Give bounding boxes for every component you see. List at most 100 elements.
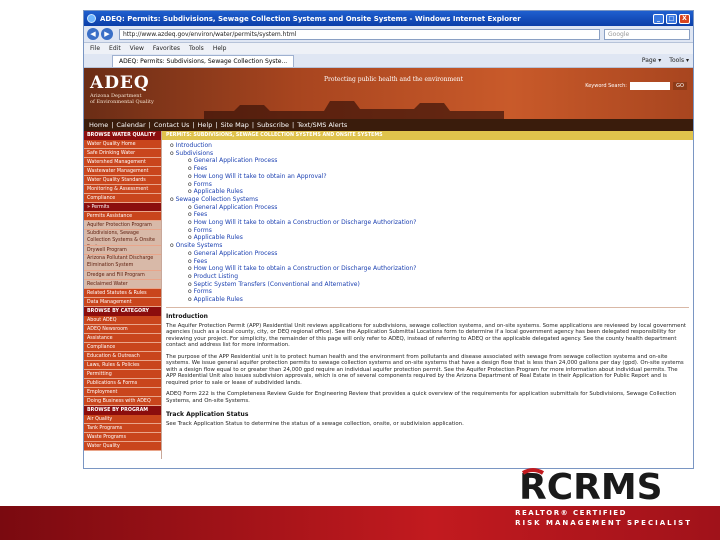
topnav-contact-us[interactable]: Contact Us <box>154 121 190 129</box>
maximize-button[interactable]: □ <box>666 13 677 24</box>
site-tagline: Protecting public health and the environ… <box>324 76 464 83</box>
toc-item[interactable]: Applicable Rules <box>170 296 693 304</box>
window-title: ADEQ: Permits: Subdivisions, Sewage Coll… <box>100 14 521 23</box>
track-paragraph: See Track Application Status to determin… <box>166 421 464 428</box>
minimize-button[interactable]: _ <box>653 13 664 24</box>
sidebar-item[interactable]: Waste Programs <box>84 433 161 442</box>
menu-bar: File Edit View Favorites Tools Help <box>84 43 693 54</box>
table-of-contents: IntroductionSubdivisionsGeneral Applicat… <box>162 140 693 304</box>
sidebar-item[interactable]: Water Quality Home <box>84 140 161 149</box>
sidebar-item[interactable]: Assistance <box>84 334 161 343</box>
search-input[interactable]: Google <box>604 28 690 40</box>
sidebar-item[interactable]: Aquifer Protection Program <box>84 221 161 230</box>
toc-item[interactable]: Fees <box>170 165 693 173</box>
toc-item[interactable]: Fees <box>170 258 693 266</box>
topnav-calendar[interactable]: Calendar <box>116 121 145 129</box>
main-content: PERMITS: SUBDIVISIONS, SEWAGE COLLECTION… <box>162 131 693 459</box>
menu-tools[interactable]: Tools <box>189 45 204 52</box>
sidebar-item[interactable]: Water Quality Standards <box>84 176 161 185</box>
sidebar-item[interactable]: Laws, Rules & Policies <box>84 361 161 370</box>
nav-separator: | <box>192 121 195 129</box>
toc-item[interactable]: Introduction <box>170 142 693 150</box>
toc-item[interactable]: How Long Will it take to obtain a Constr… <box>170 265 693 273</box>
toc-item[interactable]: Sewage Collection Systems <box>170 196 693 204</box>
intro-paragraph-3: ADEQ Form 222 is the Completeness Review… <box>166 391 677 404</box>
sidebar-item[interactable]: Safe Drinking Water <box>84 149 161 158</box>
back-icon[interactable]: ◀ <box>87 28 99 40</box>
page-menu-button[interactable]: Page ▾ <box>642 57 661 64</box>
sidebar-item[interactable]: Education & Outreach <box>84 352 161 361</box>
sidebar-item[interactable]: Subdivisions, Sewage Collection Systems … <box>84 230 161 246</box>
toc-item[interactable]: Fees <box>170 211 693 219</box>
sidebar-item[interactable]: Related Statutes & Rules <box>84 289 161 298</box>
sidebar-item[interactable]: Arizona Pollutant Discharge Elimination … <box>84 255 161 271</box>
sidebar-item[interactable]: Watershed Management <box>84 158 161 167</box>
menu-edit[interactable]: Edit <box>109 45 121 52</box>
page-heading: PERMITS: SUBDIVISIONS, SEWAGE COLLECTION… <box>162 131 693 140</box>
intro-section: Introduction The Aquifer Protection Perm… <box>166 311 689 428</box>
sidebar-item[interactable]: Tank Programs <box>84 424 161 433</box>
sidebar-item[interactable]: Water Quality <box>84 442 161 451</box>
topnav-text-sms-alerts[interactable]: Text/SMS Alerts <box>297 121 347 129</box>
keyword-search-label: Keyword Search: <box>585 83 627 89</box>
tools-menu-button[interactable]: Tools ▾ <box>669 57 689 64</box>
toc-item[interactable]: Applicable Rules <box>170 188 693 196</box>
menu-help[interactable]: Help <box>213 45 227 52</box>
toc-item[interactable]: Subdivisions <box>170 150 693 158</box>
search-go-button[interactable]: GO <box>673 82 687 90</box>
toc-item[interactable]: Septic System Transfers (Conventional an… <box>170 281 693 289</box>
sidebar-heading: BROWSE BY PROGRAM <box>84 406 161 415</box>
sidebar-item[interactable]: Dredge and Fill Program <box>84 271 161 280</box>
sidebar-item[interactable]: Wastewater Management <box>84 167 161 176</box>
slide: ADEQ: Permits: Subdivisions, Sewage Coll… <box>0 0 720 540</box>
toc-item[interactable]: General Application Process <box>170 250 693 258</box>
address-toolbar: ◀ ▶ http://www.azdeq.gov/environ/water/p… <box>84 26 693 43</box>
toc-item[interactable]: How Long Will it take to obtain an Appro… <box>170 173 693 181</box>
sidebar-item[interactable]: Employment <box>84 388 161 397</box>
sidebar-item[interactable]: Air Quality <box>84 415 161 424</box>
sidebar-item[interactable]: Permitting <box>84 370 161 379</box>
menu-view[interactable]: View <box>130 45 144 52</box>
tab-bar: ADEQ: Permits: Subdivisions, Sewage Coll… <box>84 54 693 68</box>
toc-item[interactable]: General Application Process <box>170 204 693 212</box>
keyword-search: Keyword Search: GO <box>585 82 687 90</box>
toc-item[interactable]: How Long Will it take to obtain a Constr… <box>170 219 693 227</box>
browser-window: ADEQ: Permits: Subdivisions, Sewage Coll… <box>83 10 694 469</box>
toc-item[interactable]: Forms <box>170 181 693 189</box>
menu-favorites[interactable]: Favorites <box>153 45 180 52</box>
top-navigation: Home | Calendar | Contact Us | Help | Site Map | S… <box>84 119 693 131</box>
logo-text: ADEQ <box>90 73 150 93</box>
sidebar-item[interactable]: » Permits <box>84 203 161 212</box>
track-title: Track Application Status <box>166 411 249 419</box>
sidebar-item[interactable]: Doing Business with ADEQ <box>84 397 161 406</box>
toc-item[interactable]: Applicable Rules <box>170 234 693 242</box>
sidebar-item[interactable]: Permits Assistance <box>84 212 161 221</box>
logo-subtitle-2: of Environmental Quality <box>90 99 154 105</box>
menu-file[interactable]: File <box>90 45 100 52</box>
toc-item[interactable]: Onsite Systems <box>170 242 693 250</box>
brand-tagline-2: RISK MANAGEMENT SPECIALIST <box>515 519 692 527</box>
sidebar-item[interactable]: Drywell Program <box>84 246 161 255</box>
close-button[interactable]: X <box>679 13 690 24</box>
sidebar-item[interactable]: Publications & Forms <box>84 379 161 388</box>
browser-tab[interactable]: ADEQ: Permits: Subdivisions, Sewage Coll… <box>112 54 295 67</box>
sidebar-item[interactable]: Data Management <box>84 298 161 307</box>
topnav-home[interactable]: Home <box>89 121 108 129</box>
toc-item[interactable]: Forms <box>170 227 693 235</box>
sidebar-item[interactable]: Compliance <box>84 194 161 203</box>
toc-item[interactable]: Forms <box>170 288 693 296</box>
sidebar-item[interactable]: About ADEQ <box>84 316 161 325</box>
adeq-logo[interactable]: ADEQ Arizona Department of Environmental… <box>90 73 154 105</box>
toc-item[interactable]: Product Listing <box>170 273 693 281</box>
sidebar-item[interactable]: Monitoring & Assessment <box>84 185 161 194</box>
topnav-help[interactable]: Help <box>198 121 213 129</box>
sidebar-item[interactable]: Compliance <box>84 343 161 352</box>
sidebar-item[interactable]: ADEQ Newsroom <box>84 325 161 334</box>
toc-item[interactable]: General Application Process <box>170 157 693 165</box>
forward-icon[interactable]: ▶ <box>101 28 113 40</box>
sidebar-item[interactable]: Reclaimed Water <box>84 280 161 289</box>
topnav-subscribe[interactable]: Subscribe <box>257 121 289 129</box>
address-input[interactable]: http://www.azdeq.gov/environ/water/permi… <box>119 28 600 40</box>
topnav-site-map[interactable]: Site Map <box>221 121 249 129</box>
keyword-search-input[interactable] <box>630 82 670 90</box>
